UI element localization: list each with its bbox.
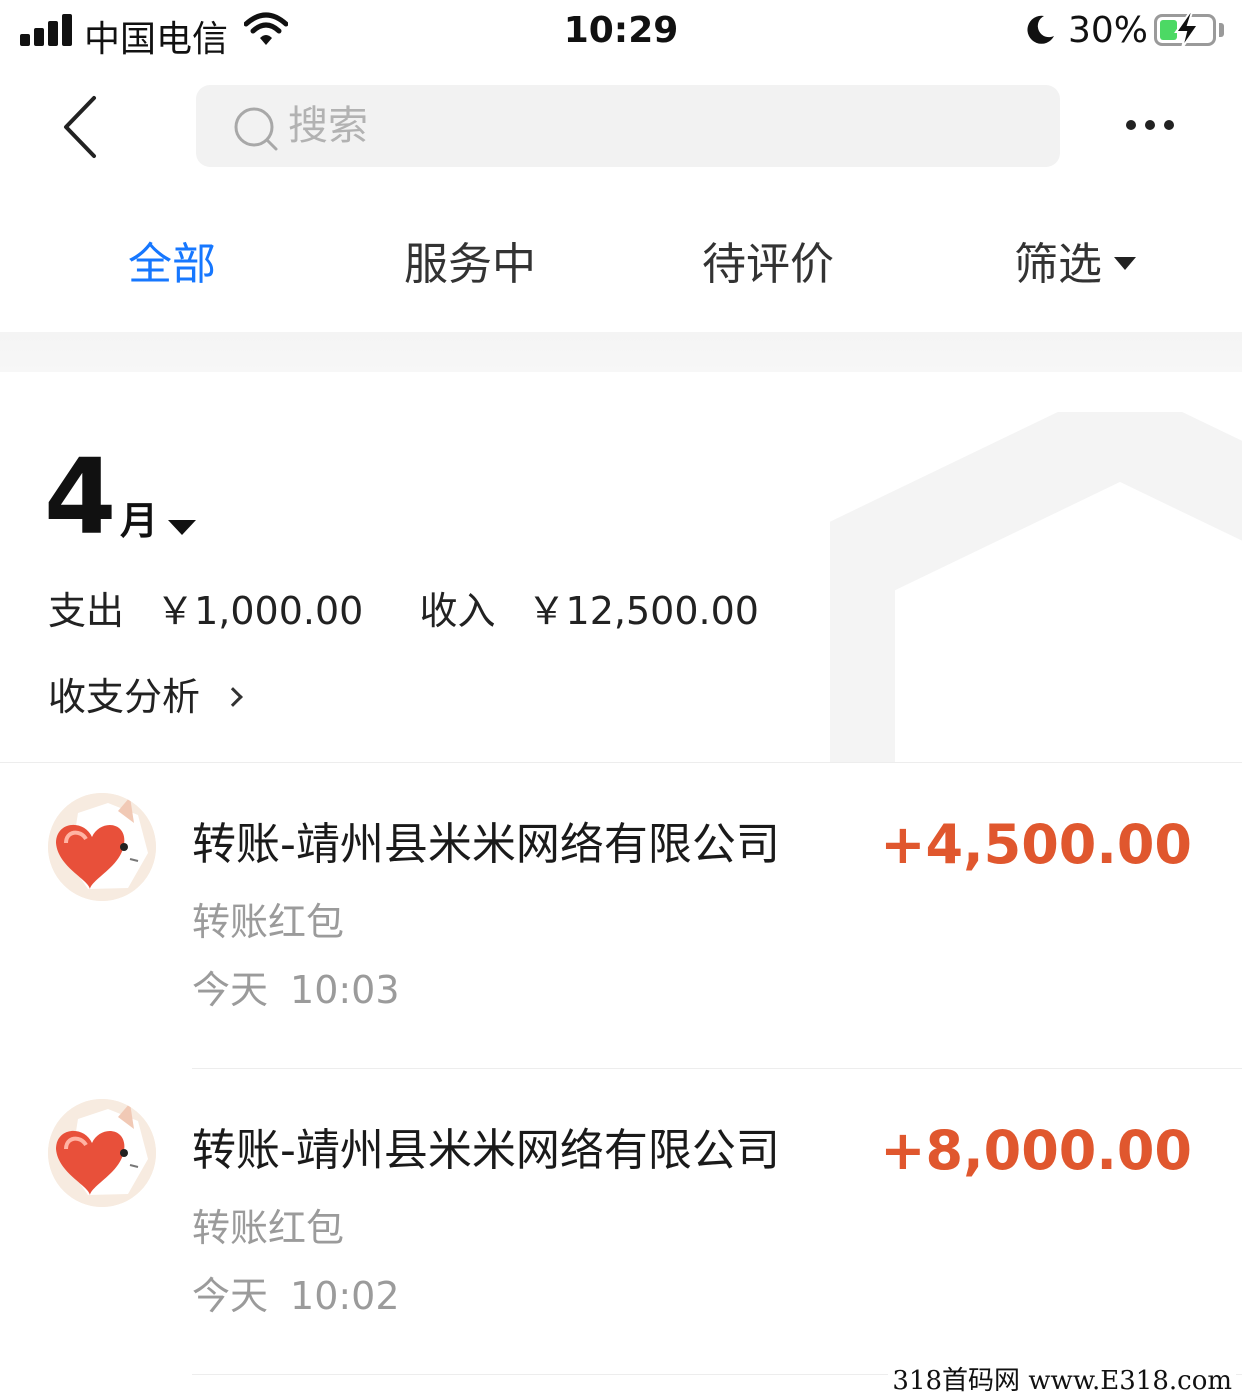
search-icon <box>234 107 278 151</box>
filter-tabs: 全部 服务中 待评价 筛选 <box>0 226 1242 306</box>
more-options-button[interactable] <box>1120 110 1180 140</box>
tab-all[interactable]: 全部 <box>128 226 216 306</box>
transaction-amount: +4,500.00 <box>880 813 1192 876</box>
avatar <box>48 1099 156 1207</box>
transaction-clock: 10:03 <box>290 968 400 1012</box>
transaction-time: 今天 10:03 <box>192 965 400 1015</box>
transaction-amount: +8,000.00 <box>880 1119 1192 1182</box>
navigation-bar <box>0 80 1242 176</box>
back-button[interactable] <box>56 92 112 162</box>
month-totals: 支出 ￥1,000.00 收入 ￥12,500.00 <box>48 586 759 636</box>
month-unit: 月 <box>120 499 159 543</box>
chevron-right-icon <box>223 686 243 707</box>
analysis-label: 收支分析 <box>48 675 201 719</box>
income-label: 收入 <box>419 589 496 633</box>
income-value: ￥12,500.00 <box>527 589 759 633</box>
section-divider <box>0 332 1242 372</box>
tab-to-review[interactable]: 待评价 <box>702 226 834 306</box>
caret-down-icon <box>1114 256 1136 270</box>
transaction-day: 今天 <box>192 968 269 1012</box>
search-input[interactable] <box>288 85 1028 167</box>
expense-value: ￥1,000.00 <box>156 589 364 633</box>
tab-in-service[interactable]: 服务中 <box>404 226 536 306</box>
battery-percent: 30% <box>1068 10 1149 51</box>
transaction-clock: 10:02 <box>290 1274 400 1318</box>
more-dots-icon <box>1126 120 1136 130</box>
transaction-time: 今天 10:02 <box>192 1271 400 1321</box>
tab-filter[interactable]: 筛选 <box>1014 226 1136 306</box>
site-watermark: 318首码网 www.E318.com <box>888 1360 1236 1397</box>
transaction-category: 转账红包 <box>192 900 345 944</box>
moon-icon <box>1027 15 1054 44</box>
avatar <box>48 793 156 901</box>
background-house-shape <box>830 412 1242 762</box>
transaction-row[interactable]: 转账-靖州县米米网络有限公司 +8,000.00 转账红包 今天 10:02 <box>0 1069 1242 1375</box>
search-box[interactable] <box>196 85 1060 167</box>
month-summary: 4 月 支出 ￥1,000.00 收入 ￥12,500.00 收支分析 <box>0 372 1242 762</box>
transaction-title: 转账-靖州县米米网络有限公司 <box>192 1125 780 1176</box>
status-bar: 中国电信 10:29 30% <box>0 0 1242 64</box>
transaction-list: 转账-靖州县米米网络有限公司 +4,500.00 转账红包 今天 10:03 转账… <box>0 763 1242 1375</box>
transaction-title: 转账-靖州县米米网络有限公司 <box>192 819 780 870</box>
transaction-row[interactable]: 转账-靖州县米米网络有限公司 +4,500.00 转账红包 今天 10:03 <box>0 763 1242 1069</box>
charging-bolt-icon <box>1174 11 1200 49</box>
transaction-category: 转账红包 <box>192 1206 345 1250</box>
expense-label: 支出 <box>48 589 125 633</box>
transaction-day: 今天 <box>192 1274 269 1318</box>
analysis-link[interactable]: 收支分析 <box>48 672 243 722</box>
month-number: 4 <box>44 436 117 558</box>
tab-filter-label: 筛选 <box>1014 239 1102 290</box>
caret-down-icon <box>168 520 196 535</box>
battery-tip <box>1219 23 1224 37</box>
